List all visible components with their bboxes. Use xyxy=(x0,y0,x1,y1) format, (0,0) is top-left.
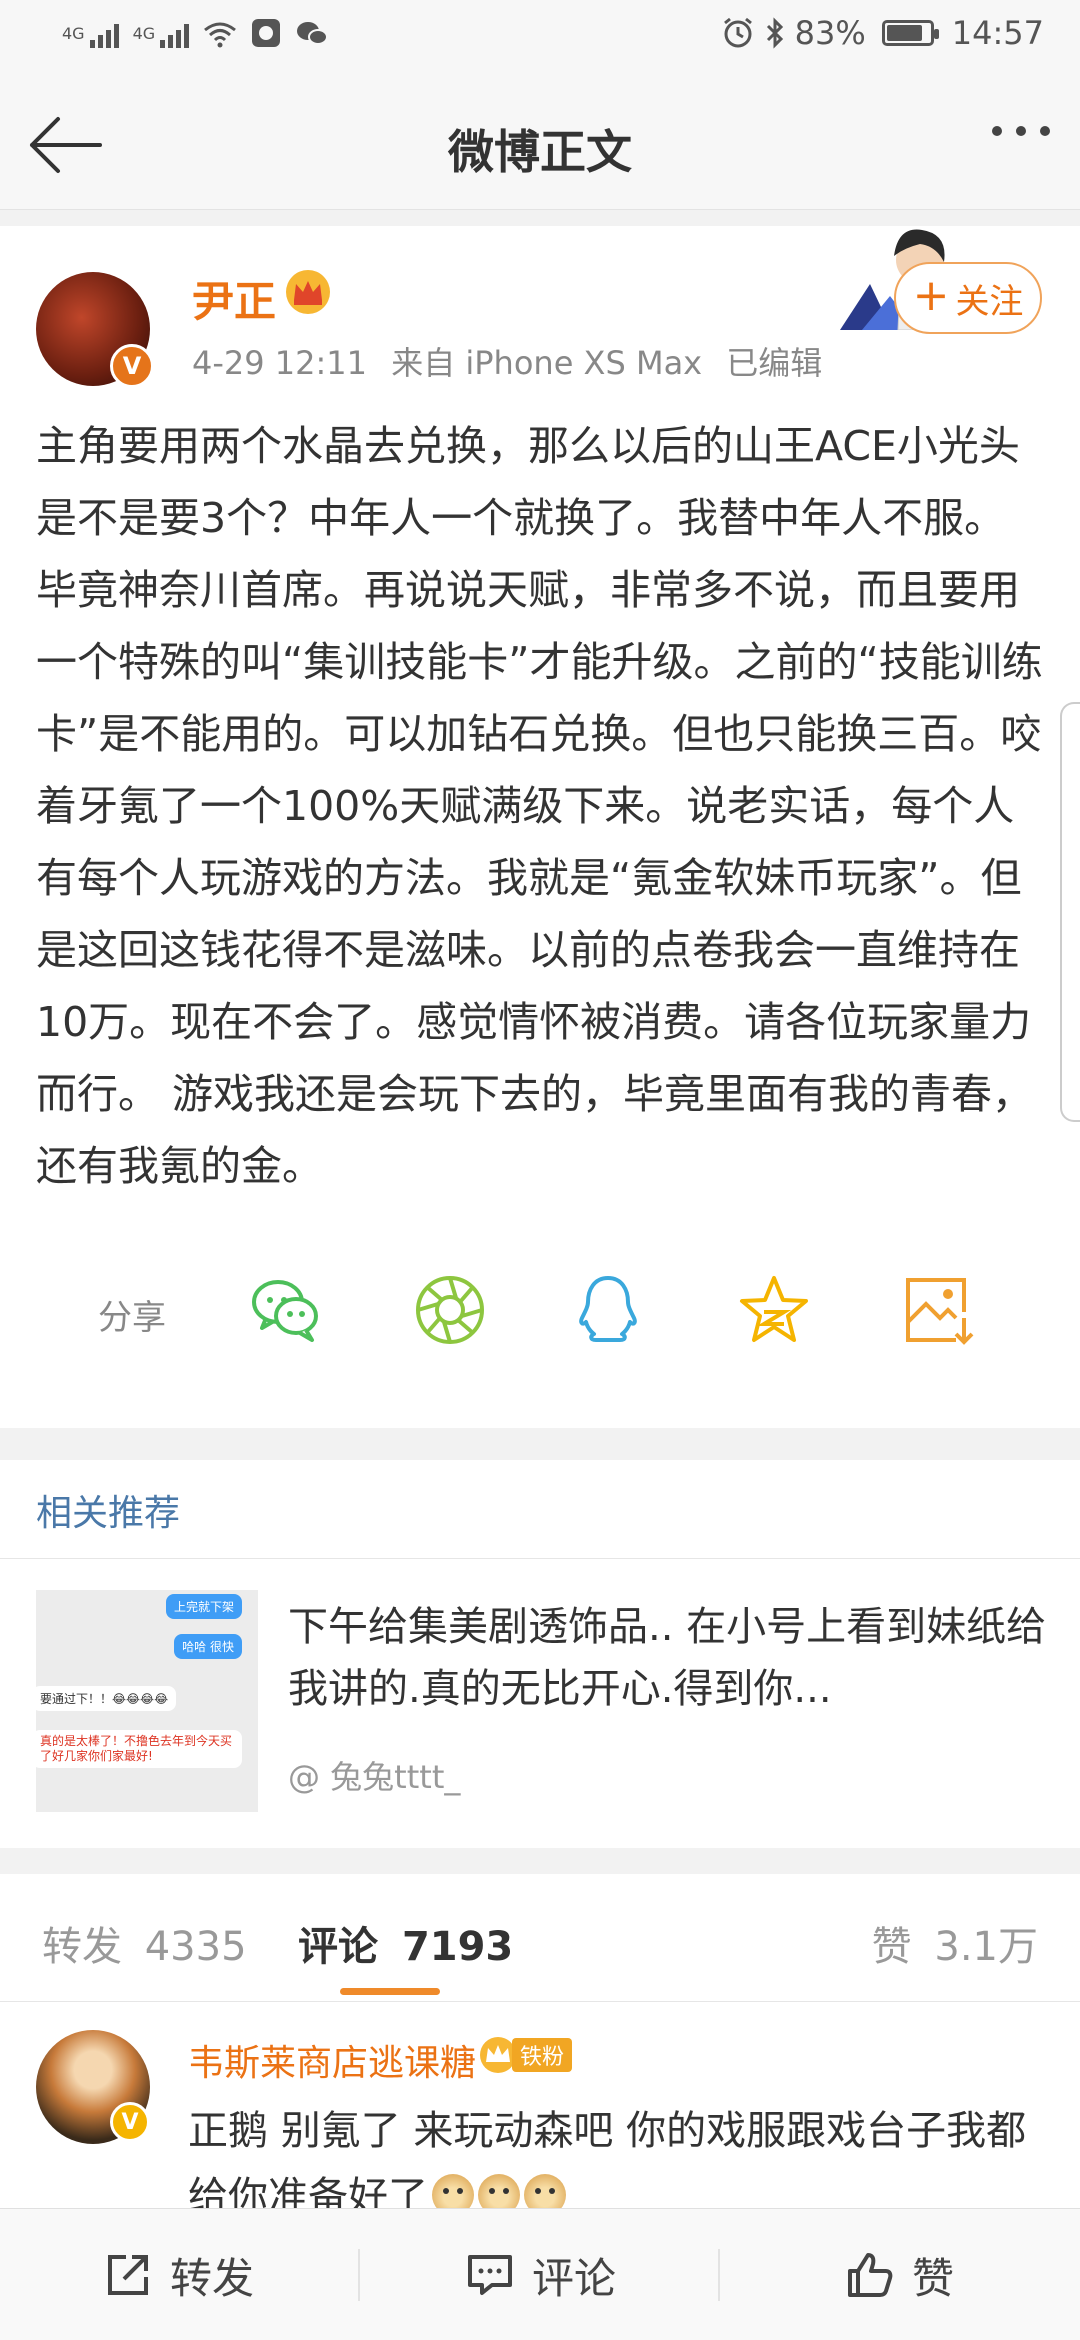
thumb-chat-bubble: 真的是太棒了！不撸色去年到今天买了好几家你们家最好! xyxy=(36,1730,242,1768)
repost-icon xyxy=(108,2255,148,2295)
camera-app-icon xyxy=(252,19,281,47)
more-dot-icon xyxy=(1040,126,1050,136)
thumb-chat-bubble: 哈哈 很快 xyxy=(174,1634,242,1659)
fan-badge-label: 铁粉 xyxy=(512,2038,573,2072)
tab-like-count: 3.1万 xyxy=(934,1924,1038,1970)
wifi-icon xyxy=(204,22,237,48)
tab-like[interactable]: 赞 3.1万 xyxy=(872,1914,1038,1972)
post-meta: 4-29 12:11 来自 iPhone XS Max 已编辑 xyxy=(192,338,836,384)
nav-bar: 微博正文 xyxy=(0,74,1080,210)
favorite-icon[interactable] xyxy=(736,1272,812,1348)
divider xyxy=(718,2249,720,2301)
comment-body: 正鹅 别氪了 来玩动森吧 你的戏服跟戏台子我都给你准备好了 xyxy=(188,2108,1027,2210)
network-type: 4G xyxy=(132,24,156,43)
page-title: 微博正文 xyxy=(448,125,632,179)
repost-button[interactable]: 转发 xyxy=(104,2209,254,2340)
share-label: 分享 xyxy=(98,1298,166,1338)
alarm-icon xyxy=(723,17,752,48)
doge-emoji-icon xyxy=(432,2174,474,2210)
thumbs-up-icon xyxy=(848,2253,893,2297)
battery-percent: 83% xyxy=(794,14,866,52)
repost-label: 转发 xyxy=(170,2253,255,2303)
status-bar: 4G 4G 83% 14:57 xyxy=(0,0,1080,74)
follow-label: 关注 xyxy=(955,281,1024,322)
wechat-notification-icon xyxy=(297,22,329,45)
qq-icon[interactable] xyxy=(570,1272,646,1348)
more-dot-icon xyxy=(992,126,1002,136)
moments-icon[interactable] xyxy=(412,1272,488,1348)
bluetooth-icon xyxy=(766,17,783,49)
tab-like-label: 赞 xyxy=(871,1924,912,1970)
tab-comment[interactable]: 评论 7193 xyxy=(298,1914,513,1972)
wechat-icon[interactable] xyxy=(248,1272,324,1348)
tab-repost[interactable]: 转发 4335 xyxy=(42,1914,247,1972)
related-item-text[interactable]: 下午给集美剧透饰品.. 在小号上看到妹纸给我讲的.真的无比开心.得到你... xyxy=(288,1596,1058,1720)
active-tab-indicator xyxy=(340,1988,440,1995)
battery-icon xyxy=(881,20,939,46)
like-label: 赞 xyxy=(912,2253,955,2303)
comment-label: 评论 xyxy=(532,2253,617,2303)
network-type: 4G xyxy=(62,24,85,43)
status-left: 4G 4G xyxy=(62,18,329,48)
doge-emoji-icon xyxy=(524,2174,566,2210)
fan-badge: 铁粉 xyxy=(478,2034,573,2076)
tab-repost-count: 4335 xyxy=(144,1924,247,1970)
signal-icon: 4G xyxy=(62,24,119,48)
post-body: 主角要用两个水晶去兑换，那么以后的山王ACE小光头是不是要3个？中年人一个就换了… xyxy=(36,422,1043,1190)
verified-badge: V xyxy=(110,344,154,388)
status-right: 83% 14:57 xyxy=(721,14,1044,52)
related-item-author[interactable]: @ 兔兔tttt_ xyxy=(288,1752,460,1798)
edited-label[interactable]: 已编辑 xyxy=(726,344,822,382)
commenter-name[interactable]: 韦斯莱商店逃课糖 xyxy=(188,2034,476,2086)
author-name[interactable]: 尹正 xyxy=(192,268,276,329)
tab-comment-count: 7193 xyxy=(401,1924,514,1970)
scroll-indicator[interactable] xyxy=(1060,702,1080,1122)
comment-text: 正鹅 别氪了 来玩动森吧 你的戏服跟戏台子我都给你准备好了 xyxy=(188,2098,1048,2210)
like-button[interactable]: 赞 xyxy=(846,2209,954,2340)
save-image-icon[interactable] xyxy=(900,1272,976,1348)
related-title: 相关推荐 xyxy=(36,1493,181,1534)
divider xyxy=(0,1558,1080,1559)
more-options-button[interactable] xyxy=(992,126,1050,136)
commenter-verified-badge: V xyxy=(110,2102,150,2142)
post-source: 来自 iPhone XS Max xyxy=(391,344,703,382)
interaction-tabs: 转发 4335 评论 7193 赞 3.1万 xyxy=(0,1874,1080,2002)
comment-button[interactable]: 评论 xyxy=(466,2209,616,2340)
clock: 14:57 xyxy=(951,14,1044,52)
doge-emoji-icon xyxy=(478,2174,520,2210)
vip-crown-icon xyxy=(286,270,330,314)
plus-icon: + xyxy=(912,270,950,321)
related-section: 相关推荐 上完就下架 哈哈 很快 要通过下！！😂😂😂😂 真的是太棒了！不撸色去年… xyxy=(0,1460,1080,1848)
thumb-chat-bubble: 要通过下！！😂😂😂😂 xyxy=(36,1686,177,1711)
divider xyxy=(358,2249,360,2301)
bottom-action-bar: 转发 评论 赞 xyxy=(0,2208,1080,2340)
signal-icon: 4G xyxy=(133,24,190,48)
more-dot-icon xyxy=(1016,126,1026,136)
share-row: 分享 xyxy=(0,1264,1080,1354)
comment-icon xyxy=(468,2255,512,2295)
tab-repost-label: 转发 xyxy=(42,1924,122,1970)
comment-list: V 韦斯莱商店逃课糖 铁粉 正鹅 别氪了 来玩动森吧 你的戏服跟戏台子我都给你准… xyxy=(0,2002,1080,2210)
tab-comment-label: 评论 xyxy=(298,1924,378,1970)
post-card: V 尹正 4-29 12:11 来自 iPhone XS Max 已编辑 + 关… xyxy=(0,226,1080,1428)
post-date: 4-29 12:11 xyxy=(192,344,368,382)
follow-button[interactable]: + 关注 xyxy=(894,262,1042,334)
battery-level xyxy=(886,25,922,41)
thumb-chat-bubble: 上完就下架 xyxy=(165,1594,242,1619)
related-thumbnail[interactable]: 上完就下架 哈哈 很快 要通过下！！😂😂😂😂 真的是太棒了！不撸色去年到今天买了… xyxy=(36,1590,258,1812)
